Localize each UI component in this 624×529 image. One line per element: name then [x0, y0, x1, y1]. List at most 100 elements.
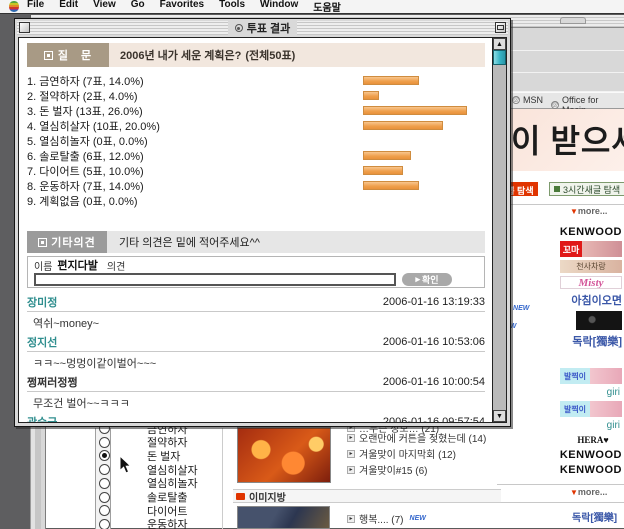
dialog-title-bar[interactable]: 투표 결과 — [17, 21, 508, 35]
poll-result-text: 2. 절약하자 (2표, 4.0%) — [27, 91, 138, 103]
comment-text: 역쉬~money~ — [27, 315, 485, 330]
dialog-title-text: 투표 결과 — [247, 20, 291, 36]
menu-item-도움말[interactable]: 도움말 — [313, 0, 341, 14]
sidebar-more-link-2[interactable]: ▼more... — [570, 487, 607, 497]
board-item[interactable]: ▸겨울맞이 마지막회 (12) — [347, 446, 456, 461]
new-badge: NEW — [410, 515, 426, 522]
menu-item-View[interactable]: View — [93, 0, 116, 14]
poll-result-row: 9. 계획없음 (0표, 0.0%) — [27, 193, 485, 208]
image-room-item[interactable]: ▸ 행복.... (7) NEW — [347, 511, 426, 526]
scroll-thumb[interactable] — [493, 50, 506, 65]
ad-label: 발찍이 — [560, 371, 590, 382]
poll-result-text: 1. 금연하자 (7표, 14.0%) — [27, 76, 144, 88]
mouse-cursor — [119, 455, 132, 474]
sidebar-ad-sub-link[interactable]: giri — [607, 420, 620, 431]
comment-author[interactable]: 쩡쩌러정쩡 — [27, 374, 78, 390]
favorite-label: MSN — [523, 95, 543, 105]
comment-author[interactable]: 정지선 — [27, 334, 57, 350]
sidebar-more-link[interactable]: ▼more... — [570, 206, 607, 216]
sidebar-dokrak-link[interactable]: 독락[獨樂] — [572, 509, 617, 524]
radio-button-selected[interactable] — [99, 450, 110, 461]
radio-button[interactable] — [99, 464, 110, 475]
recent-posts-badge[interactable]: 3시간새글 탐색 — [549, 182, 624, 196]
sidebar-ad-hera[interactable]: HERA♥ — [564, 434, 622, 446]
board-item[interactable]: ▸오랜만에 커튼을 젖혔는데 (14) — [347, 430, 486, 445]
sidebar-ad-camera[interactable] — [576, 311, 622, 330]
sidebar-ads-top: KENWOOD 꼬마천사차랑 Misty 아침이오면독락[獨樂] — [540, 226, 622, 352]
question-total: (전체50표) — [245, 47, 295, 63]
poll-result-text: 4. 열심히살자 (10표, 20.0%) — [27, 121, 160, 133]
menu-item-Tools[interactable]: Tools — [219, 0, 245, 14]
menu-item-Favorites[interactable]: Favorites — [160, 0, 204, 14]
poll-result-bar — [363, 106, 467, 115]
board-item[interactable]: ▸겨울맞이#15 (6) — [347, 462, 428, 477]
comment-author[interactable]: 곽승균 — [27, 414, 57, 424]
question-text: 2006년 내가 세운 계획은? — [120, 47, 241, 63]
menu-item-Go[interactable]: Go — [131, 0, 145, 14]
sidebar-ad-baljjik[interactable]: 발찍이 — [560, 401, 622, 417]
zoom-box[interactable] — [495, 22, 506, 33]
menu-items: File Edit View Go Favorites Tools Window 도움말 — [27, 0, 356, 14]
close-box[interactable] — [19, 22, 30, 33]
radio-label: 운동하자 — [147, 516, 187, 529]
sidebar-ad-baljjik[interactable]: 발찍이 — [560, 368, 622, 384]
poll-radio-row: 열심히살자 — [95, 463, 225, 476]
radio-button[interactable] — [99, 437, 110, 448]
comment-header-row: 쩡쩌러정쩡2006-01-16 10:00:54 — [27, 374, 485, 389]
image-section-title: 이미지방 — [249, 489, 286, 504]
comment-date: 2006-01-16 10:53:06 — [383, 336, 485, 348]
sidebar-ad-misty[interactable]: Misty — [560, 276, 622, 289]
radio-button[interactable] — [99, 478, 110, 489]
poll-result-row: 4. 열심히살자 (10표, 20.0%) — [27, 118, 485, 133]
square-bullet-icon — [44, 51, 53, 60]
poll-result-bar — [363, 151, 411, 160]
sidebar-ad-sub-link[interactable]: giri — [607, 387, 620, 398]
opinion-form: 이름 편지다발 의견 ▸ 확인 — [27, 256, 485, 288]
lantern-photo[interactable] — [237, 427, 331, 483]
ad-label: 꼬마 — [560, 243, 582, 256]
poll-result-row: 6. 솔로탈출 (6표, 12.0%) — [27, 148, 485, 163]
ad-label: 천사차랑 — [576, 261, 605, 272]
poll-icon — [235, 24, 243, 32]
poll-result-text: 5. 열심히놀자 (0표, 0.0%) — [27, 136, 148, 148]
opinion-header: 기타의견 기타 의견은 밑에 적어주세요^^ — [27, 231, 485, 253]
new-badge: NEW — [513, 305, 529, 312]
scroll-down-button[interactable]: ▼ — [493, 410, 506, 422]
list-bullet-icon: ▸ — [347, 450, 355, 458]
comment-date: 2006-01-16 09:57:54 — [383, 416, 485, 424]
favorites-item-MSN[interactable]: @MSN — [512, 95, 543, 105]
submit-button[interactable]: ▸ 확인 — [402, 273, 452, 286]
sidebar-ad-bluelink[interactable]: 아침이오면 — [571, 292, 622, 308]
list-bullet-icon: ▸ — [347, 434, 355, 442]
sidebar-box-border-2 — [497, 502, 624, 503]
poll-result-bar — [363, 166, 403, 175]
radio-button[interactable] — [99, 519, 110, 529]
apple-menu-icon[interactable] — [9, 1, 19, 12]
image-room-photo[interactable] — [237, 506, 330, 529]
poll-result-text: 7. 다이어트 (5표, 10.0%) — [27, 166, 144, 178]
sidebar-ad-kenwood[interactable]: KENWOOD — [560, 464, 622, 476]
image-room-item-text: 행복.... (7) — [359, 511, 404, 526]
favorite-site-icon: @ — [551, 101, 559, 109]
sidebar-ad-bluelink[interactable]: 독락[獨樂] — [572, 333, 622, 349]
sidebar-ad-kenwood[interactable]: KENWOOD — [560, 449, 622, 461]
menu-item-Edit[interactable]: Edit — [59, 0, 78, 14]
browser-title-widget — [560, 17, 586, 24]
dialog-scrollbar[interactable]: ▲ ▼ — [492, 38, 506, 422]
scroll-up-button[interactable]: ▲ — [493, 38, 506, 50]
opinion-input[interactable] — [34, 273, 396, 286]
comment-author[interactable]: 장미정 — [27, 294, 57, 310]
radio-button[interactable] — [99, 505, 110, 516]
sidebar-ad-kenwood[interactable]: KENWOOD — [560, 226, 622, 238]
menu-bar: File Edit View Go Favorites Tools Window 도움말 — [0, 0, 624, 14]
comment-header-row: 정지선 2006-01-16 10:53:06 — [27, 334, 485, 349]
submit-arrow-icon: ▸ — [415, 274, 420, 285]
comment-divider — [27, 351, 485, 352]
menu-item-Window[interactable]: Window — [260, 0, 298, 14]
menu-item-File[interactable]: File — [27, 0, 44, 14]
poll-radio-row: 돈 벌자 — [95, 449, 225, 462]
sidebar-ad-ggoma[interactable]: 꼬마 — [560, 241, 622, 257]
poll-result-row: 2. 절약하자 (2표, 4.0%) — [27, 88, 485, 103]
sidebar-ad-chunsa[interactable]: 천사차랑 — [560, 260, 622, 273]
radio-button[interactable] — [99, 492, 110, 503]
